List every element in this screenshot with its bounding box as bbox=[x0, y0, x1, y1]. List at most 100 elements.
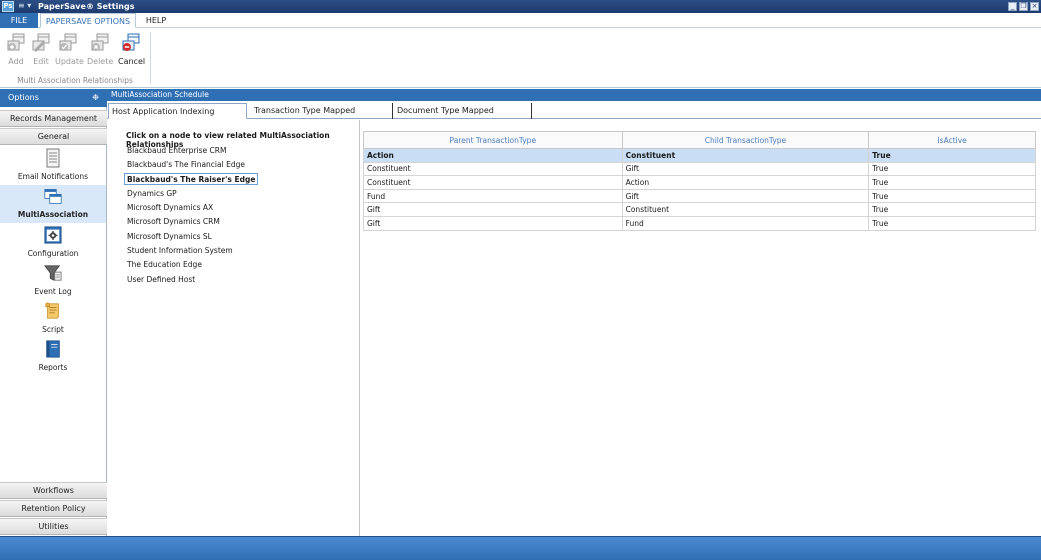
nav-script[interactable]: Script bbox=[0, 300, 106, 338]
tree-node-selected[interactable]: Blackbaud's The Raiser's Edge bbox=[124, 173, 259, 185]
minimize-button[interactable]: _ bbox=[1008, 2, 1017, 11]
tab-document-type-mapped[interactable]: Document Type Mapped Association bbox=[394, 103, 532, 130]
options-title: Options bbox=[8, 93, 39, 102]
tree-node[interactable]: Dynamics GP bbox=[126, 188, 178, 200]
table-row[interactable]: Constituent Action True bbox=[363, 175, 1036, 190]
category-retention-policy[interactable]: Retention Policy bbox=[0, 500, 107, 517]
tab-strip: Host Application Indexing Association Tr… bbox=[107, 102, 1041, 131]
table-row[interactable]: Fund Gift True bbox=[363, 188, 1036, 204]
nav-configuration[interactable]: Configuration bbox=[0, 224, 106, 262]
add-icon bbox=[7, 33, 25, 51]
windows-icon bbox=[44, 189, 62, 204]
cancel-button[interactable]: Cancel bbox=[118, 32, 146, 66]
tree-node[interactable]: User Defined Host bbox=[126, 274, 196, 286]
table-row[interactable]: Gift Fund True bbox=[363, 215, 1036, 231]
tree-node[interactable]: Microsoft Dynamics CRM bbox=[126, 216, 221, 228]
restore-button[interactable]: ❐ bbox=[1019, 2, 1028, 11]
nav-multiassociation[interactable]: MultiAssociation bbox=[0, 185, 106, 223]
nav-email-notifications[interactable]: Email Notifications bbox=[0, 147, 106, 185]
category-utilities[interactable]: Utilities bbox=[0, 518, 107, 535]
tree-node[interactable]: Blackbaud Enterprise CRM bbox=[126, 145, 227, 157]
category-general[interactable]: General bbox=[0, 128, 107, 145]
document-icon bbox=[46, 148, 60, 168]
cell-is-active: True bbox=[868, 175, 1036, 190]
nav-reports[interactable]: Reports bbox=[0, 338, 106, 376]
column-parent-transaction-type[interactable]: Parent TransactionType bbox=[363, 131, 623, 149]
tree-node[interactable]: The Education Edge bbox=[126, 259, 203, 271]
column-is-active[interactable]: IsActive bbox=[868, 131, 1036, 149]
edit-label: Edit bbox=[33, 57, 49, 66]
cell-is-active: True bbox=[868, 188, 1036, 204]
nav-event-log[interactable]: Event Log bbox=[0, 262, 106, 300]
cell-parent: Fund bbox=[363, 188, 623, 204]
nav-configuration-label: Configuration bbox=[27, 249, 79, 258]
gear-icon bbox=[44, 226, 62, 244]
column-child-transaction-type[interactable]: Child TransactionType bbox=[621, 131, 870, 149]
cell-parent: Constituent bbox=[363, 161, 623, 177]
tab-host-application-indexing[interactable]: Host Application Indexing Association bbox=[108, 103, 247, 131]
category-records-management[interactable]: Records Management bbox=[0, 110, 107, 127]
table-row[interactable]: Constituent Gift True bbox=[363, 161, 1036, 177]
add-button[interactable]: Add bbox=[3, 32, 29, 66]
cancel-label: Cancel bbox=[118, 57, 146, 66]
cell-child: Constituent bbox=[621, 148, 870, 163]
cell-parent: Constituent bbox=[363, 175, 623, 190]
tree-node[interactable]: Microsoft Dynamics AX bbox=[126, 202, 214, 214]
category-workflows[interactable]: Workflows bbox=[0, 482, 107, 499]
grid-header-row: Parent TransactionType Child Transaction… bbox=[363, 131, 1036, 149]
ribbon-group-label: Multi Association Relationships bbox=[17, 76, 133, 85]
cell-parent: Gift bbox=[363, 202, 623, 217]
cell-is-active: True bbox=[868, 161, 1036, 177]
tree-node[interactable]: Microsoft Dynamics SL bbox=[126, 231, 213, 243]
tree-node[interactable]: Student Information System bbox=[126, 245, 234, 257]
nav-script-label: Script bbox=[42, 325, 64, 334]
cell-is-active: True bbox=[868, 148, 1036, 163]
app-icon: Ps bbox=[2, 1, 14, 12]
nav-multiassociation-label: MultiAssociation bbox=[17, 210, 89, 219]
title-bar: Ps ≡ ▾ PaperSave® Settings _ ❐ × bbox=[0, 0, 1041, 13]
cell-child: Gift bbox=[621, 188, 870, 204]
schedule-header: MultiAssociation Schedule bbox=[107, 89, 1041, 101]
status-bar bbox=[0, 536, 1041, 560]
options-panel: Options ❉ Records Management General Ema… bbox=[0, 89, 107, 536]
host-tree: Click on a node to view related MultiAss… bbox=[107, 120, 360, 536]
scroll-icon bbox=[45, 302, 59, 319]
delete-icon bbox=[91, 33, 109, 51]
pin-icon[interactable]: ❉ bbox=[92, 89, 99, 107]
cell-is-active: True bbox=[868, 215, 1036, 231]
delete-button[interactable]: Delete bbox=[87, 32, 113, 66]
cell-parent: Gift bbox=[363, 215, 623, 231]
quick-access-toolbar[interactable]: ≡ ▾ bbox=[18, 1, 31, 10]
nav-reports-label: Reports bbox=[38, 363, 68, 372]
cell-child: Constituent bbox=[621, 202, 870, 217]
nav-email-notifications-label: Email Notifications bbox=[17, 172, 89, 181]
table-row-selected[interactable]: Action Constituent True bbox=[363, 148, 1036, 163]
close-button[interactable]: × bbox=[1030, 2, 1039, 11]
cell-child: Fund bbox=[621, 215, 870, 231]
update-button[interactable]: Update bbox=[55, 32, 84, 66]
cell-parent: Action bbox=[363, 148, 623, 163]
tab-transaction-type-mapped[interactable]: Transaction Type Mapped Association bbox=[251, 103, 393, 130]
add-label: Add bbox=[8, 57, 24, 66]
update-label: Update bbox=[55, 57, 84, 66]
nav-event-log-label: Event Log bbox=[34, 287, 72, 296]
edit-button[interactable]: Edit bbox=[28, 32, 54, 66]
delete-label: Delete bbox=[87, 57, 114, 66]
filter-icon bbox=[44, 265, 62, 281]
tab-content: Click on a node to view related MultiAss… bbox=[107, 120, 1041, 536]
table-row[interactable]: Gift Constituent True bbox=[363, 202, 1036, 217]
main-area: MultiAssociation Schedule Host Applicati… bbox=[107, 89, 1041, 536]
cell-is-active: True bbox=[868, 202, 1036, 217]
cell-child: Action bbox=[621, 175, 870, 190]
options-header: Options ❉ bbox=[0, 89, 107, 107]
menu-file[interactable]: FILE bbox=[0, 13, 38, 28]
cell-child: Gift bbox=[621, 161, 870, 177]
tree-node[interactable]: Blackbaud's The Financial Edge bbox=[126, 159, 246, 171]
menu-papersave-options[interactable]: PAPERSAVE OPTIONS bbox=[40, 13, 136, 28]
menu-help[interactable]: HELP bbox=[138, 13, 174, 28]
ribbon: Add Edit Update Delete Cancel Multi Asso… bbox=[0, 28, 1041, 88]
window-title: PaperSave® Settings bbox=[38, 2, 135, 11]
edit-icon bbox=[32, 33, 50, 52]
book-icon bbox=[46, 340, 60, 358]
menu-bar: FILE PAPERSAVE OPTIONS HELP bbox=[0, 13, 1041, 28]
